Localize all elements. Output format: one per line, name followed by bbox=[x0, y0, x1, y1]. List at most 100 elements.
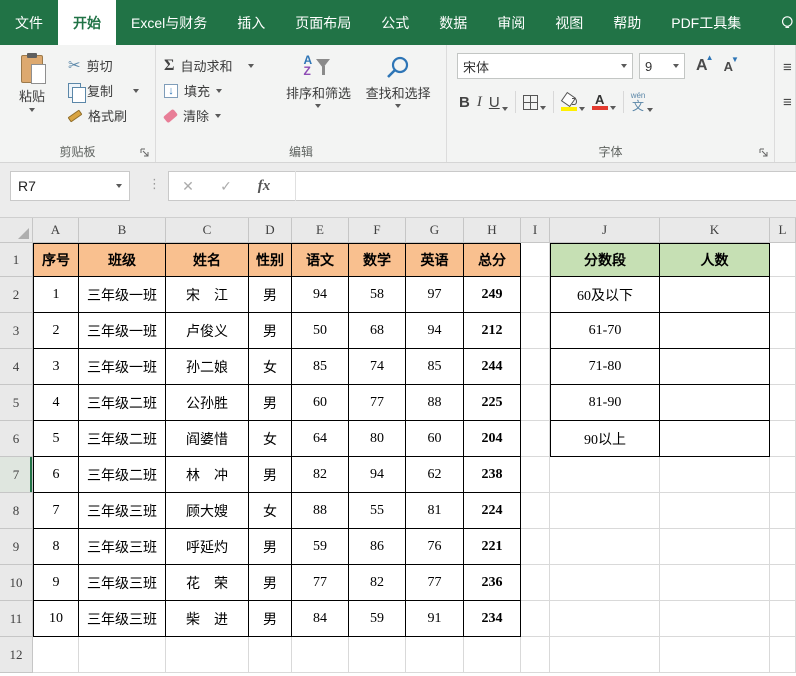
cell-K5[interactable] bbox=[660, 385, 770, 421]
cell-J2[interactable]: 60及以下 bbox=[550, 277, 660, 313]
cell-G10[interactable]: 77 bbox=[406, 565, 464, 601]
cell-B6[interactable]: 三年级二班 bbox=[79, 421, 166, 457]
cell-L12[interactable] bbox=[770, 637, 796, 673]
cell-D3[interactable]: 男 bbox=[249, 313, 292, 349]
cell-I7[interactable] bbox=[521, 457, 550, 493]
cell-F11[interactable]: 59 bbox=[349, 601, 406, 637]
menu-tab-9[interactable]: 帮助 bbox=[598, 0, 656, 45]
cell-B7[interactable]: 三年级二班 bbox=[79, 457, 166, 493]
cell-J12[interactable] bbox=[550, 637, 660, 673]
autosum-button[interactable]: Σ 自动求和 bbox=[164, 53, 279, 78]
cell-L6[interactable] bbox=[770, 421, 796, 457]
find-select-button[interactable]: 查找和选择 bbox=[358, 53, 438, 128]
name-box-dropdown-icon[interactable] bbox=[116, 184, 122, 188]
phonetic-dropdown-icon[interactable] bbox=[647, 108, 653, 112]
cell-G9[interactable]: 76 bbox=[406, 529, 464, 565]
cell-F9[interactable]: 86 bbox=[349, 529, 406, 565]
cell-K12[interactable] bbox=[660, 637, 770, 673]
cell-K6[interactable] bbox=[660, 421, 770, 457]
cell-G2[interactable]: 97 bbox=[406, 277, 464, 313]
cell-I3[interactable] bbox=[521, 313, 550, 349]
cell-E8[interactable]: 88 bbox=[292, 493, 349, 529]
cell-I4[interactable] bbox=[521, 349, 550, 385]
font-size-dropdown-icon[interactable] bbox=[673, 64, 679, 68]
cell-B4[interactable]: 三年级一班 bbox=[79, 349, 166, 385]
column-header-B[interactable]: B bbox=[79, 218, 166, 243]
cell-K11[interactable] bbox=[660, 601, 770, 637]
tell-me-lightbulb-icon[interactable] bbox=[780, 0, 796, 45]
cell-F5[interactable]: 77 bbox=[349, 385, 406, 421]
autosum-dropdown-icon[interactable] bbox=[248, 64, 254, 68]
cell-D8[interactable]: 女 bbox=[249, 493, 292, 529]
row-header-9[interactable]: 9 bbox=[0, 529, 33, 565]
cell-G1[interactable]: 英语 bbox=[406, 243, 464, 277]
cell-K4[interactable] bbox=[660, 349, 770, 385]
row-header-2[interactable]: 2 bbox=[0, 277, 33, 313]
clipboard-dialog-launcher[interactable] bbox=[140, 148, 150, 158]
column-header-F[interactable]: F bbox=[349, 218, 406, 243]
font-size-select[interactable]: 9 bbox=[639, 53, 685, 79]
cell-A2[interactable]: 1 bbox=[33, 277, 79, 313]
cell-D10[interactable]: 男 bbox=[249, 565, 292, 601]
clear-button[interactable]: 清除 bbox=[164, 103, 279, 128]
cell-B10[interactable]: 三年级三班 bbox=[79, 565, 166, 601]
cell-B12[interactable] bbox=[79, 637, 166, 673]
column-header-L[interactable]: L bbox=[770, 218, 796, 243]
cell-L5[interactable] bbox=[770, 385, 796, 421]
cell-K7[interactable] bbox=[660, 457, 770, 493]
formula-bar-grip[interactable]: ⋮ bbox=[148, 176, 161, 192]
cell-H9[interactable]: 221 bbox=[464, 529, 521, 565]
cell-J7[interactable] bbox=[550, 457, 660, 493]
sort-filter-dropdown-icon[interactable] bbox=[315, 104, 321, 108]
menu-tab-5[interactable]: 公式 bbox=[366, 0, 424, 45]
borders-dropdown-icon[interactable] bbox=[540, 106, 546, 110]
sort-filter-button[interactable]: AZ 排序和筛选 bbox=[279, 53, 359, 128]
font-name-dropdown-icon[interactable] bbox=[621, 64, 627, 68]
menu-tab-7[interactable]: 审阅 bbox=[482, 0, 540, 45]
cell-E7[interactable]: 82 bbox=[292, 457, 349, 493]
cell-C6[interactable]: 阎婆惜 bbox=[166, 421, 249, 457]
cell-C1[interactable]: 姓名 bbox=[166, 243, 249, 277]
cell-E1[interactable]: 语文 bbox=[292, 243, 349, 277]
cell-I6[interactable] bbox=[521, 421, 550, 457]
cell-C4[interactable]: 孙二娘 bbox=[166, 349, 249, 385]
cell-B8[interactable]: 三年级三班 bbox=[79, 493, 166, 529]
cell-D1[interactable]: 性别 bbox=[249, 243, 292, 277]
borders-button[interactable] bbox=[523, 95, 546, 110]
cell-J3[interactable]: 61-70 bbox=[550, 313, 660, 349]
cell-F1[interactable]: 数学 bbox=[349, 243, 406, 277]
cell-L8[interactable] bbox=[770, 493, 796, 529]
paste-button[interactable]: 粘贴 bbox=[8, 53, 56, 128]
cell-L2[interactable] bbox=[770, 277, 796, 313]
increase-font-size-button[interactable]: A▲ bbox=[691, 57, 713, 75]
cell-A10[interactable]: 9 bbox=[33, 565, 79, 601]
cell-F7[interactable]: 94 bbox=[349, 457, 406, 493]
underline-dropdown-icon[interactable] bbox=[502, 107, 508, 111]
cancel-entry-icon[interactable]: ✕ bbox=[169, 178, 207, 195]
cell-H6[interactable]: 204 bbox=[464, 421, 521, 457]
cell-K9[interactable] bbox=[660, 529, 770, 565]
cell-H5[interactable]: 225 bbox=[464, 385, 521, 421]
cell-I10[interactable] bbox=[521, 565, 550, 601]
row-header-10[interactable]: 10 bbox=[0, 565, 33, 601]
cell-B9[interactable]: 三年级三班 bbox=[79, 529, 166, 565]
menu-tab-0[interactable]: 文件 bbox=[0, 0, 58, 45]
column-header-G[interactable]: G bbox=[406, 218, 464, 243]
cell-G8[interactable]: 81 bbox=[406, 493, 464, 529]
cell-A1[interactable]: 序号 bbox=[33, 243, 79, 277]
cell-C9[interactable]: 呼延灼 bbox=[166, 529, 249, 565]
cell-H7[interactable]: 238 bbox=[464, 457, 521, 493]
cell-L10[interactable] bbox=[770, 565, 796, 601]
cell-K2[interactable] bbox=[660, 277, 770, 313]
align-middle-icon[interactable]: ≡ bbox=[783, 94, 795, 111]
cell-I12[interactable] bbox=[521, 637, 550, 673]
cell-D7[interactable]: 男 bbox=[249, 457, 292, 493]
cell-B3[interactable]: 三年级一班 bbox=[79, 313, 166, 349]
cell-L11[interactable] bbox=[770, 601, 796, 637]
decrease-font-size-button[interactable]: A▼ bbox=[719, 59, 738, 74]
cell-C8[interactable]: 顾大嫂 bbox=[166, 493, 249, 529]
column-header-J[interactable]: J bbox=[550, 218, 660, 243]
align-top-icon[interactable]: ≡ bbox=[783, 59, 795, 76]
format-painter-button[interactable]: 格式刷 bbox=[68, 103, 139, 128]
cell-C7[interactable]: 林 冲 bbox=[166, 457, 249, 493]
